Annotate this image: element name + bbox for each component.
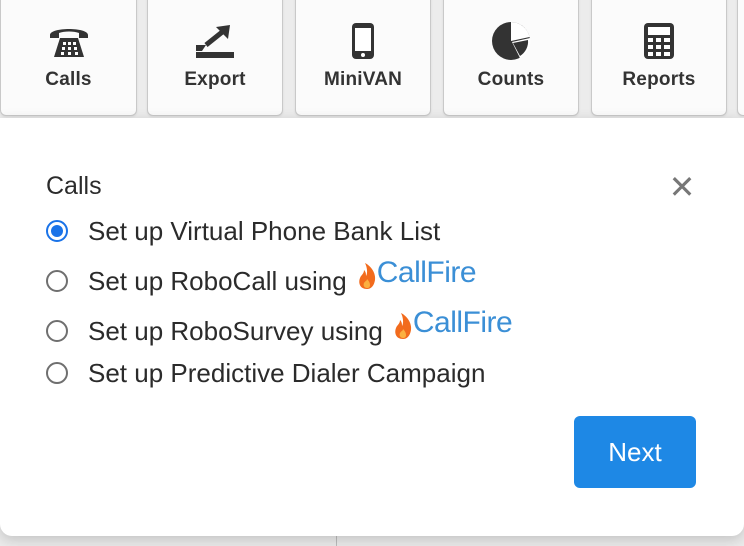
toolbar: Calls Export MiniVAN Counts Reports [0,0,744,120]
callfire-logo: CallFire [357,256,477,290]
close-icon[interactable]: ✕ [667,171,697,203]
mobile-icon [296,21,430,61]
option-label: Set up RoboCall using [88,265,347,296]
radio-predictive-dialer[interactable] [46,362,68,384]
option-predictive-dialer[interactable]: Set up Predictive Dialer Campaign [46,356,485,390]
reports-button[interactable]: Reports [591,0,727,116]
option-robosurvey[interactable]: Set up RoboSurvey using CallFire [46,306,513,348]
calls-label: Calls [45,69,92,90]
counts-button[interactable]: Counts [443,0,579,116]
modal-title: Calls [46,172,102,200]
calls-modal: Calls ✕ Set up Virtual Phone Bank List S… [0,118,744,536]
radio-robosurvey[interactable] [46,320,68,342]
counts-label: Counts [477,69,545,90]
callfire-logo: CallFire [393,306,513,340]
export-label: Export [184,69,246,90]
option-robocall[interactable]: Set up RoboCall using CallFire [46,256,477,298]
phone-icon [1,21,136,61]
callfire-brand: CallFire [412,306,513,339]
next-button[interactable]: Next [574,416,696,488]
flame-icon [358,263,375,289]
callfire-brand: CallFire [376,256,477,289]
export-button[interactable]: Export [147,0,283,116]
more-button[interactable] [737,0,744,116]
radio-robocall[interactable] [46,270,68,292]
export-icon [148,21,282,61]
option-virtual-phone-bank[interactable]: Set up Virtual Phone Bank List [46,214,440,248]
option-label: Set up Predictive Dialer Campaign [88,357,486,388]
option-label: Set up RoboSurvey using [88,315,383,346]
flame-icon [395,313,411,339]
minivan-button[interactable]: MiniVAN [295,0,431,116]
calculator-icon [592,21,726,61]
reports-label: Reports [622,69,696,90]
option-label: Set up Virtual Phone Bank List [88,215,441,246]
background-strip [0,532,744,546]
minivan-label: MiniVAN [323,69,403,90]
pie-chart-icon [444,21,578,61]
radio-virtual-phone-bank[interactable] [46,220,68,242]
calls-button[interactable]: Calls [0,0,137,116]
